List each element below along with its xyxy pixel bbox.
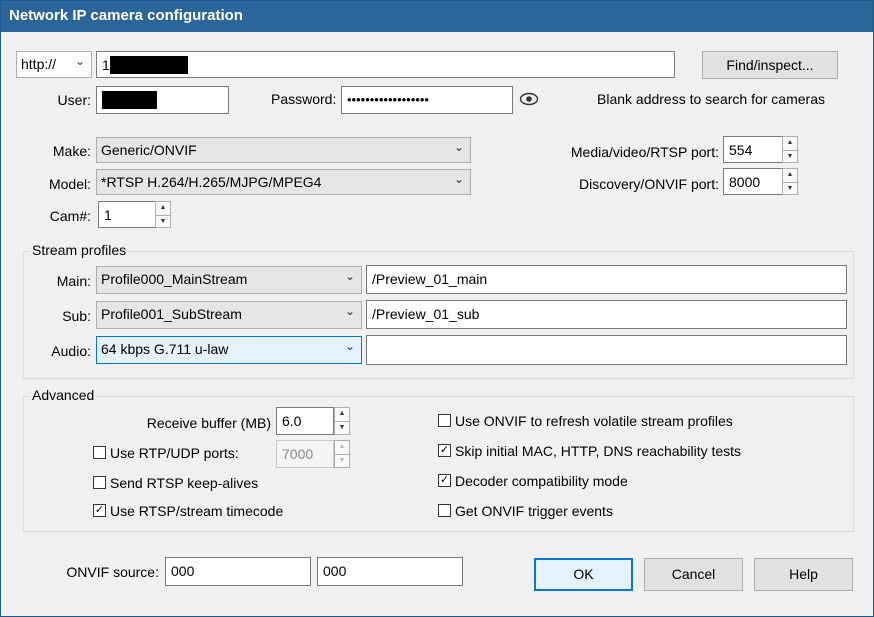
sub-profile-select[interactable]: Profile001_SubStream ⌄ [96,301,362,329]
model-label: Model: [48,176,91,192]
find-inspect-button[interactable]: Find/inspect... [702,51,838,79]
onvif-refresh-label: Use ONVIF to refresh volatile stream pro… [455,413,733,429]
onvif-source-input-1[interactable]: 000 [165,557,311,586]
user-label: User: [57,92,91,108]
rtp-udp-label: Use RTP/UDP ports: [110,445,239,461]
discovery-port-label: Discovery/ONVIF port: [578,176,719,192]
spin-down-icon[interactable]: ▼ [335,454,349,467]
user-input[interactable] [96,86,229,114]
search-hint-text: Blank address to search for cameras [597,91,825,107]
main-path-input[interactable]: /Preview_01_main [366,265,847,294]
timecode-checkbox[interactable]: ✓ [93,504,106,517]
trigger-events-label: Get ONVIF trigger events [455,503,613,519]
rtp-udp-port-input[interactable]: 7000 [276,440,334,468]
eye-icon[interactable] [519,91,539,107]
spin-down-icon[interactable]: ▼ [156,214,170,228]
decoder-compat-checkbox[interactable]: ✓ [438,474,451,487]
spin-up-icon[interactable]: ▲ [335,441,349,454]
cam-number-label: Cam#: [49,208,91,224]
rtp-udp-checkbox[interactable] [93,446,106,459]
protocol-value: http:// [21,56,57,72]
skip-tests-checkbox[interactable]: ✓ [438,444,451,457]
spin-down-icon[interactable]: ▼ [335,421,349,434]
chevron-down-icon: ⌄ [74,54,85,68]
skip-tests-label: Skip initial MAC, HTTP, DNS reachability… [455,443,742,459]
main-profile-select[interactable]: Profile000_MainStream ⌄ [96,266,362,294]
timecode-label: Use RTSP/stream timecode [110,503,284,519]
media-port-input[interactable]: 554 [723,136,783,163]
help-button[interactable]: Help [754,558,853,591]
main-profile-value: Profile000_MainStream [101,271,248,287]
spin-up-icon[interactable]: ▲ [335,408,349,421]
audio-path-input[interactable] [366,335,847,365]
spin-down-icon[interactable]: ▼ [783,181,797,195]
sub-path-input[interactable]: /Preview_01_sub [366,300,847,329]
model-value: *RTSP H.264/H.265/MJPG/MPEG4 [101,174,322,190]
make-select[interactable]: Generic/ONVIF ⌄ [96,137,471,163]
redaction-bar [109,56,188,74]
keepalive-label: Send RTSP keep-alives [110,475,259,491]
spin-up-icon[interactable]: ▲ [783,169,797,182]
redaction-bar [102,91,157,109]
chevron-down-icon: ⌄ [344,269,355,283]
cancel-button[interactable]: Cancel [644,558,743,591]
receive-buffer-spinner[interactable]: ▲ ▼ [334,407,350,435]
spin-down-icon[interactable]: ▼ [783,149,797,163]
make-label: Make: [52,143,91,159]
sub-stream-label: Sub: [62,308,91,324]
chevron-down-icon: ⌄ [344,339,355,353]
protocol-select[interactable]: http:// ⌄ [16,51,92,78]
spin-up-icon[interactable]: ▲ [156,202,170,215]
media-port-label: Media/video/RTSP port: [570,144,719,160]
trigger-events-checkbox[interactable] [438,504,451,517]
discovery-port-spinner[interactable]: ▲ ▼ [782,168,798,195]
chevron-down-icon: ⌄ [453,172,464,186]
spin-up-icon[interactable]: ▲ [783,137,797,150]
media-port-spinner[interactable]: ▲ ▼ [782,136,798,163]
receive-buffer-label: Receive buffer (MB) [146,415,271,431]
onvif-source-label: ONVIF source: [66,564,159,580]
main-stream-label: Main: [56,273,91,289]
cam-number-input[interactable]: 1 [98,201,156,228]
model-select[interactable]: *RTSP H.264/H.265/MJPG/MPEG4 ⌄ [96,169,471,195]
make-value: Generic/ONVIF [101,142,197,158]
password-label: Password: [271,91,337,107]
onvif-source-input-2[interactable]: 000 [317,557,463,586]
ok-button[interactable]: OK [534,558,633,591]
address-input[interactable]: 1 [96,51,675,78]
stream-profiles-title: Stream profiles [30,242,129,258]
dialog-window: Network IP camera configuration http:// … [0,0,874,617]
rtp-udp-port-spinner[interactable]: ▲ ▼ [334,440,350,468]
advanced-title: Advanced [30,387,97,403]
audio-label: Audio: [51,343,91,359]
discovery-port-input[interactable]: 8000 [723,168,783,195]
password-input[interactable]: •••••••••••••••••• [341,86,513,114]
sub-profile-value: Profile001_SubStream [101,306,242,322]
cam-number-spinner[interactable]: ▲ ▼ [155,201,171,228]
audio-profile-select[interactable]: 64 kbps G.711 u-law ⌄ [96,336,362,364]
window-title: Network IP camera configuration [9,7,243,24]
chevron-down-icon: ⌄ [453,140,464,154]
receive-buffer-input[interactable]: 6.0 [276,407,334,435]
keepalive-checkbox[interactable] [93,476,106,489]
chevron-down-icon: ⌄ [344,304,355,318]
address-value: 1 [102,57,110,73]
onvif-refresh-checkbox[interactable] [438,414,451,427]
audio-profile-value: 64 kbps G.711 u-law [101,341,229,357]
decoder-compat-label: Decoder compatibility mode [455,473,628,489]
title-bar[interactable]: Network IP camera configuration [1,1,873,32]
